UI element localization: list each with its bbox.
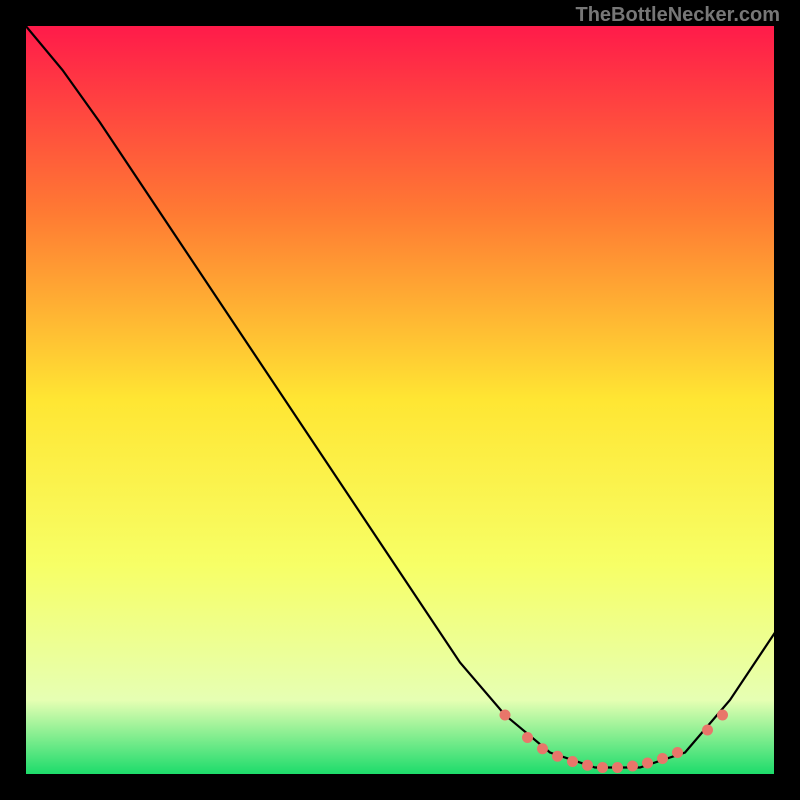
curve-marker [537,743,548,754]
plot-area [25,25,775,775]
curve-marker [717,710,728,721]
curve-marker [552,751,563,762]
curve-marker [657,753,668,764]
curve-marker [702,725,713,736]
curve-marker [522,732,533,743]
curve-marker [567,756,578,767]
curve-marker [627,761,638,772]
curve-marker [582,760,593,771]
curve-marker [672,747,683,758]
gradient-background [25,25,775,775]
curve-marker [642,758,653,769]
curve-marker [500,710,511,721]
curve-marker [597,762,608,773]
curve-marker [612,762,623,773]
chart-svg [25,25,775,775]
attribution-text: TheBottleNecker.com [575,4,780,27]
